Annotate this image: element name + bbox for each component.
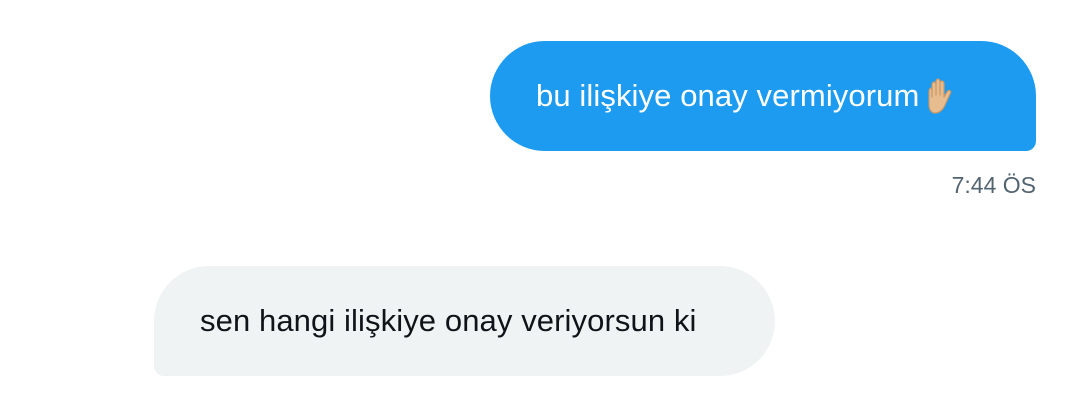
raised-hand-icon xyxy=(921,77,957,115)
message-timestamp: 7:44 ÖS xyxy=(951,172,1036,198)
outgoing-message-bubble[interactable]: bu ilişkiye onay vermiyorum xyxy=(490,41,1036,151)
incoming-message-text: sen hangi ilişkiye onay veriyorsun ki xyxy=(200,303,697,338)
outgoing-message-text: bu ilişkiye onay vermiyorum xyxy=(536,78,920,113)
incoming-message-bubble[interactable]: sen hangi ilişkiye onay veriyorsun ki xyxy=(154,266,775,376)
